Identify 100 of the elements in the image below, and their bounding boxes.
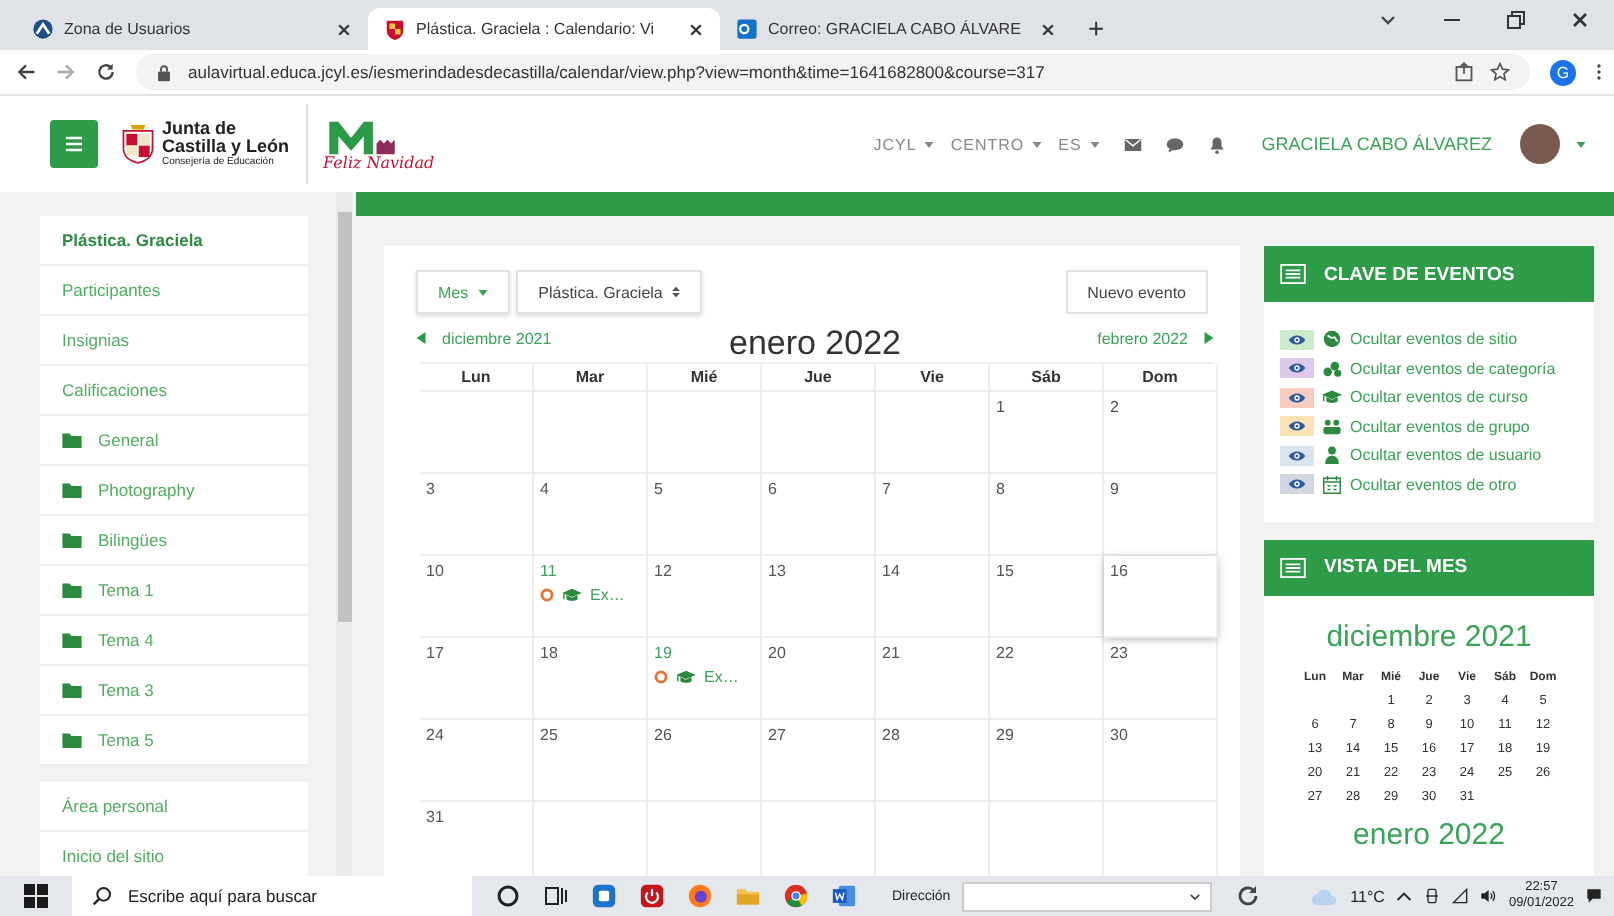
search-icon	[92, 886, 112, 906]
day-cell[interactable]: 28	[876, 720, 990, 802]
day-cell[interactable]: 25	[534, 720, 648, 802]
crest-icon	[122, 120, 154, 168]
day-cell[interactable]: 2	[1104, 392, 1218, 474]
windows-logo-icon[interactable]	[24, 884, 48, 908]
day-cell[interactable]: 1	[990, 392, 1104, 474]
network-icon[interactable]	[1452, 888, 1469, 904]
group-icon	[1322, 417, 1342, 435]
star-icon[interactable]	[1490, 62, 1510, 82]
browser-tab[interactable]: Plástica. Graciela : Calendario: Vi	[368, 8, 720, 50]
reload-icon[interactable]	[96, 62, 116, 82]
share-icon[interactable]	[1454, 62, 1474, 82]
browser-icon[interactable]	[688, 884, 712, 908]
course-select[interactable]: Plástica. Graciela	[516, 270, 703, 314]
notification-icon[interactable]	[1586, 888, 1602, 904]
day-cell[interactable]: 17	[420, 638, 534, 720]
nav-menu[interactable]: CENTRO	[950, 135, 1043, 153]
day-cell[interactable]: 6	[762, 474, 876, 556]
day-cell[interactable]: 26	[648, 720, 762, 802]
day-cell[interactable]: 10	[420, 556, 534, 638]
scrollbar[interactable]	[336, 192, 352, 876]
eye-toggle[interactable]	[1280, 445, 1314, 465]
day-number: 6	[768, 480, 779, 498]
address-field[interactable]: aulavirtual.educa.jcyl.es/iesmerindadesdecastilla/calendar/view.php?view=month&time=1641682800&course=317	[136, 54, 1530, 90]
day-number: 14	[882, 562, 902, 580]
nav-menu[interactable]: JCYL	[873, 135, 935, 153]
circle-icon[interactable]	[496, 884, 520, 908]
word-app-icon[interactable]	[832, 884, 856, 908]
user-avatar[interactable]	[1520, 124, 1560, 164]
menu-button[interactable]	[50, 120, 98, 168]
eye-toggle[interactable]	[1280, 329, 1314, 349]
day-cell[interactable]: 21	[876, 638, 990, 720]
course-select-label: Plástica. Graciela	[538, 283, 663, 301]
lock-icon	[156, 63, 172, 81]
restore-icon[interactable]	[1506, 9, 1526, 29]
user-icon	[1322, 446, 1342, 464]
greeting-text: Feliz Navidad	[323, 153, 435, 171]
month-title: enero 2022	[726, 324, 904, 364]
new-event-button[interactable]: Nuevo evento	[1065, 270, 1208, 314]
day-cell[interactable]: 22	[990, 638, 1104, 720]
menu-icon	[64, 134, 84, 154]
eye-toggle[interactable]	[1280, 474, 1314, 494]
day-cell[interactable]: 7	[876, 474, 990, 556]
day-number: 27	[768, 726, 788, 744]
chat-icon[interactable]	[1165, 135, 1184, 153]
ring-icon	[540, 588, 554, 602]
speaker-icon[interactable]	[1480, 888, 1497, 904]
browser-tab[interactable]: Zona de Usuarios	[16, 8, 368, 50]
day-cell[interactable]: 12	[648, 556, 762, 638]
close-icon[interactable]	[336, 21, 352, 37]
search-field[interactable]: Escribe aquí para buscar	[72, 876, 472, 916]
day-cell[interactable]: 29	[990, 720, 1104, 802]
chevron-up-icon[interactable]	[1396, 888, 1413, 904]
day-cell[interactable]: 5	[648, 474, 762, 556]
chevron-down-icon	[1188, 889, 1203, 903]
day-cell[interactable]: 13	[762, 556, 876, 638]
new-tab-button[interactable]: +	[1072, 8, 1121, 50]
globe-icon	[1322, 330, 1342, 348]
day-cell[interactable]: 27	[762, 720, 876, 802]
nav-menu[interactable]: ES	[1058, 135, 1100, 153]
back-arrow-icon[interactable]	[16, 62, 36, 82]
device-icon[interactable]	[1424, 888, 1441, 904]
day-cell[interactable]: 24	[420, 720, 534, 802]
power-app-icon[interactable]	[640, 884, 664, 908]
eye-toggle[interactable]	[1280, 358, 1314, 378]
task-view-icon[interactable]	[544, 884, 568, 908]
close-icon[interactable]	[688, 21, 704, 37]
day-number: 5	[654, 480, 665, 498]
folder-icon	[62, 482, 82, 498]
sidebar-item-label: Tema 3	[98, 680, 154, 700]
close-icon[interactable]	[1570, 9, 1590, 29]
menu-icon[interactable]	[1596, 62, 1602, 82]
reload-icon[interactable]	[1236, 884, 1261, 908]
caret-icon	[1089, 141, 1100, 147]
chrome-icon[interactable]	[784, 884, 808, 908]
day-cell[interactable]: 14	[876, 556, 990, 638]
day-cell[interactable]: 16	[1104, 556, 1218, 638]
eye-toggle[interactable]	[1280, 387, 1314, 407]
bell-icon[interactable]	[1207, 135, 1226, 153]
address-input[interactable]	[962, 881, 1213, 911]
day-cell[interactable]: 3	[420, 474, 534, 556]
day-cell[interactable]: 8	[990, 474, 1104, 556]
close-icon[interactable]	[1040, 21, 1056, 37]
day-number: 18	[540, 644, 560, 662]
day-cell[interactable]: 20	[762, 638, 876, 720]
day-cell[interactable]: 30	[1104, 720, 1218, 802]
app-icon[interactable]	[592, 884, 616, 908]
browser-tab[interactable]: Correo: GRACIELA CABO ÁLVARE	[720, 8, 1072, 50]
scrollbar-thumb[interactable]	[337, 212, 351, 622]
day-number: 17	[426, 644, 446, 662]
day-cell[interactable]: 23	[1104, 638, 1218, 720]
eye-toggle[interactable]	[1280, 416, 1314, 436]
weekday-header: Vie	[876, 364, 990, 392]
profile-avatar[interactable]: G	[1550, 59, 1576, 85]
day-cell[interactable]: 18	[534, 638, 648, 720]
day-cell[interactable]: 4	[534, 474, 648, 556]
weather-text[interactable]: 11°C	[1350, 887, 1385, 905]
mail-icon[interactable]	[1123, 135, 1142, 153]
sidebar-item[interactable]: Plástica. Graciela	[40, 216, 308, 266]
